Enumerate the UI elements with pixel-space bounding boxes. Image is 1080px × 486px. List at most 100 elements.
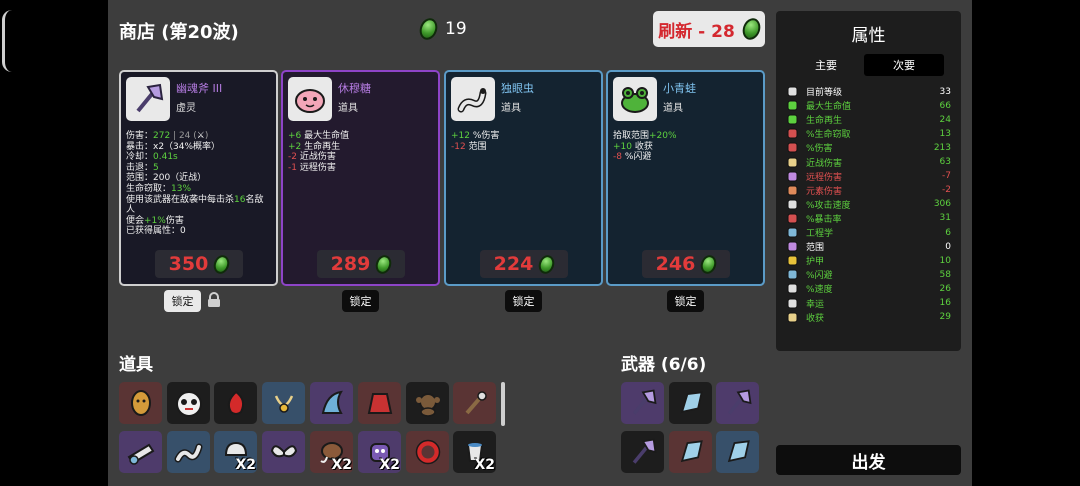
stat-line: 伤害：272 | 24 (⚔) xyxy=(126,131,209,141)
stat-label: %伤害 xyxy=(806,144,833,155)
stat-row: 目前等级 33 xyxy=(786,85,951,98)
material-gem-icon xyxy=(739,15,764,43)
stat-value: 58 xyxy=(939,269,951,280)
card-4-name: 小青蛙 xyxy=(663,82,696,95)
refresh-button[interactable]: 刷新 - 28 xyxy=(653,11,765,47)
stat-row: 工程学 6 xyxy=(786,226,951,239)
stat-row: 幸运 16 xyxy=(786,297,951,310)
item-count: X2 xyxy=(474,457,495,473)
shop-card-1[interactable]: 幽魂斧 III 虚灵 伤害：272 | 24 (⚔) 暴击：x2（34%概率） … xyxy=(119,70,278,286)
stat-value: 29 xyxy=(939,312,951,323)
stat-line: 便会+1%伤害 xyxy=(126,215,184,226)
stat-label: %攻击速度 xyxy=(806,200,851,211)
stat-row: 范围 0 xyxy=(786,240,951,253)
attack-speed-icon xyxy=(786,199,798,210)
price-value: 289 xyxy=(330,253,371,275)
monkey-icon[interactable] xyxy=(406,382,449,424)
stat-row: %攻击速度 306 xyxy=(786,198,951,211)
ranged-icon xyxy=(786,171,798,182)
stat-line: 范围：200（近战） xyxy=(126,173,207,184)
necklace-icon[interactable] xyxy=(262,382,305,424)
stat-label: 幸运 xyxy=(806,299,825,310)
ghost-flint-icon[interactable] xyxy=(669,382,712,424)
tab-primary[interactable]: 主要 xyxy=(786,54,866,76)
stat-value: 31 xyxy=(939,213,951,224)
ghost-axe-icon[interactable] xyxy=(621,431,664,473)
card-1-stats: 伤害：272 | 24 (⚔) 暴击：x2（34%概率） 冷却：0.41s 击退… xyxy=(126,131,271,237)
candy-creature-icon xyxy=(288,77,332,121)
stats-panel: 属性 主要 次要 目前等级 33 最大生命值 66 生命再生 24 %生命窃取 13 %伤害 21… xyxy=(776,11,961,351)
material-gem-icon xyxy=(698,252,720,276)
stat-row: 近战伤害 63 xyxy=(786,156,951,169)
weapons-title: 武器 (6/6) xyxy=(621,355,707,375)
shop-card-4[interactable]: 小青蛙 道具 拾取范围+20% +10 收获 -8 %闪避 246 xyxy=(606,70,765,286)
ghost-axe-icon[interactable] xyxy=(621,382,664,424)
stat-row: %暴击率 31 xyxy=(786,212,951,225)
stat-line: 拾取范围+20% xyxy=(613,131,677,141)
card-1-type: 虚灵 xyxy=(176,103,196,114)
stat-row: 最大生命值 66 xyxy=(786,99,951,112)
stat-label: 收获 xyxy=(806,313,825,324)
panda-mask-icon[interactable] xyxy=(167,382,210,424)
shop-card-2[interactable]: 休穆糖 道具 +6 最大生命值 +2 生命再生 -2 近战伤害 -1 远程伤害 … xyxy=(281,70,440,286)
shark-fin-icon[interactable] xyxy=(310,382,353,424)
stat-row: %闪避 58 xyxy=(786,268,951,281)
lock-button-2[interactable]: 锁定 xyxy=(342,290,379,312)
red-flame-icon[interactable] xyxy=(214,382,257,424)
lock-button-3[interactable]: 锁定 xyxy=(505,290,542,312)
potato-icon[interactable] xyxy=(119,382,162,424)
card-3-stats: +12 %伤害 -12 范围 xyxy=(451,131,596,152)
torch-icon[interactable] xyxy=(453,382,496,424)
red-ring-icon[interactable] xyxy=(406,431,449,473)
card-2-price[interactable]: 289 xyxy=(317,250,405,278)
purple-monster-icon[interactable]: X2 xyxy=(358,431,401,473)
heart-icon xyxy=(786,100,798,111)
stat-value: 10 xyxy=(939,255,951,266)
items-scrollbar[interactable] xyxy=(501,382,505,426)
bucket-icon[interactable]: X2 xyxy=(453,431,496,473)
armor-icon xyxy=(786,255,798,266)
shop-card-3[interactable]: 独眼虫 道具 +12 %伤害 -12 范围 224 xyxy=(444,70,603,286)
card-3-price[interactable]: 224 xyxy=(480,250,568,278)
stat-value: 24 xyxy=(939,114,951,125)
speed-icon xyxy=(786,283,798,294)
stat-value: 0 xyxy=(945,241,951,252)
ghost-axe-icon xyxy=(126,77,170,121)
tab-secondary[interactable]: 次要 xyxy=(864,54,944,76)
mammoth-icon[interactable]: X2 xyxy=(310,431,353,473)
stat-label: 最大生命值 xyxy=(806,102,852,113)
lock-button-4[interactable]: 锁定 xyxy=(667,290,704,312)
material-gem-icon xyxy=(536,252,558,276)
ghost-axe-icon[interactable] xyxy=(716,382,759,424)
stat-label: 生命再生 xyxy=(806,116,843,127)
level-icon xyxy=(786,86,798,97)
materials-counter: 19 xyxy=(416,15,467,43)
material-gem-icon xyxy=(416,15,441,43)
wings-icon[interactable] xyxy=(262,431,305,473)
ghost-flint-icon[interactable] xyxy=(716,431,759,473)
stat-line: 生命窃取：13% xyxy=(126,183,192,194)
cannon-icon[interactable] xyxy=(119,431,162,473)
crit-icon xyxy=(786,213,798,224)
red-cape-icon[interactable] xyxy=(358,382,401,424)
worm-icon[interactable] xyxy=(167,431,210,473)
stat-row: 元素伤害 -2 xyxy=(786,184,951,197)
stat-line: -2 近战伤害 xyxy=(288,152,336,163)
card-3-name: 独眼虫 xyxy=(501,82,534,95)
stat-line: +6 最大生命值 xyxy=(288,131,350,141)
elemental-icon xyxy=(786,185,798,196)
go-button[interactable]: 出发 xyxy=(776,445,961,475)
stat-line: 已获得属性：0 xyxy=(126,226,186,237)
helmet-icon[interactable]: X2 xyxy=(214,431,257,473)
dodge-icon xyxy=(786,269,798,280)
ghost-flint-icon[interactable] xyxy=(669,431,712,473)
stat-line: +2 生命再生 xyxy=(288,141,341,152)
stat-value: -2 xyxy=(942,185,951,196)
stats-title: 属性 xyxy=(851,26,886,46)
lock-button-1[interactable]: 锁定 xyxy=(164,290,201,312)
stat-line: 冷却：0.41s xyxy=(126,152,178,163)
card-4-price[interactable]: 246 xyxy=(642,250,730,278)
stat-line: -12 范围 xyxy=(451,141,487,152)
stat-row: %生命窃取 13 xyxy=(786,127,951,140)
card-1-price[interactable]: 350 xyxy=(155,250,243,278)
